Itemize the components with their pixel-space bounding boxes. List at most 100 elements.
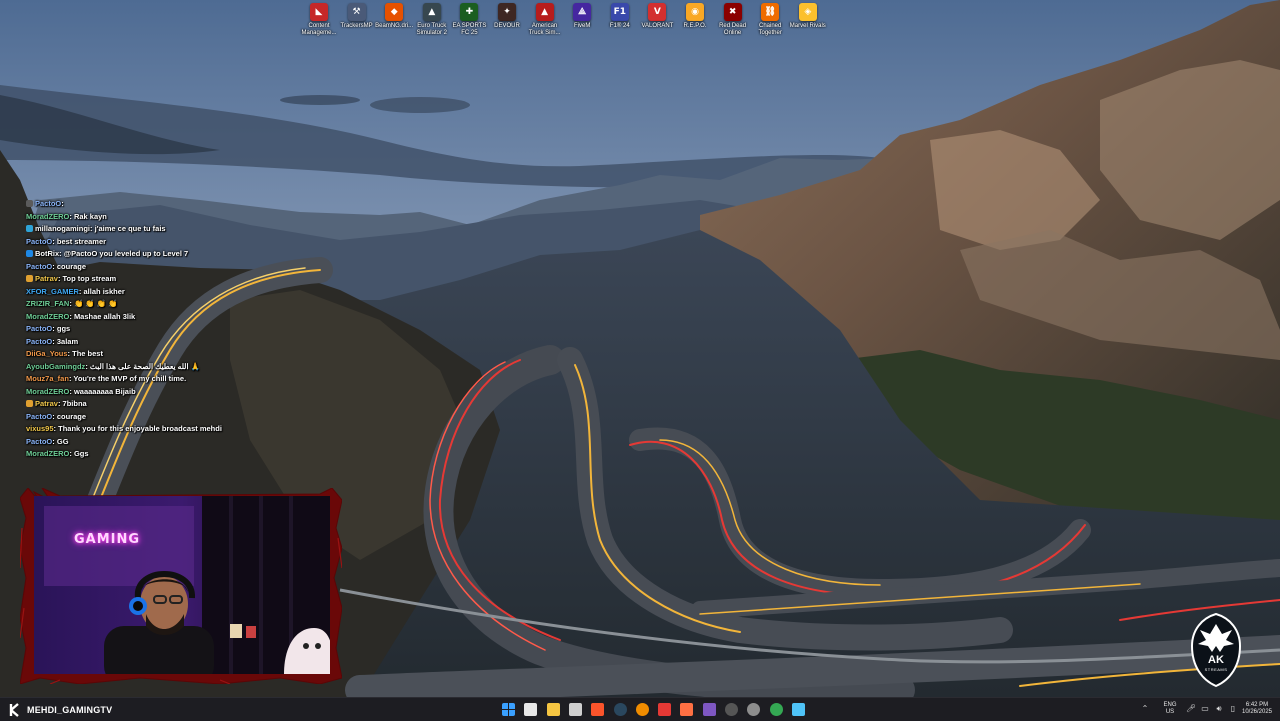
chat-message: vixus95: Thank you for this enjoyable br… bbox=[26, 423, 326, 436]
desktop-shortcut[interactable]: ⟁ FiveM bbox=[564, 3, 600, 30]
desktop-shortcut[interactable]: ◉ R.E.P.O. bbox=[677, 3, 713, 30]
brave-browser-icon[interactable] bbox=[591, 703, 605, 716]
chat-text: 7bibna bbox=[62, 399, 87, 408]
chat-badge-icon bbox=[26, 275, 33, 282]
chat-username: Patrav bbox=[35, 274, 58, 283]
app-red-icon[interactable] bbox=[658, 703, 672, 716]
notepad-icon[interactable] bbox=[791, 703, 805, 716]
task-view-icon[interactable] bbox=[568, 703, 582, 716]
chat-badge-icon bbox=[26, 250, 33, 257]
desktop-shortcut-label: TrackersMP bbox=[340, 23, 373, 29]
webcam-view: GAMING bbox=[34, 496, 330, 674]
desktop-shortcut[interactable]: V VALORANT bbox=[639, 3, 675, 30]
windows-start-icon[interactable] bbox=[502, 703, 515, 716]
ea-fc-icon: ✚ bbox=[460, 3, 479, 21]
steam-icon[interactable] bbox=[613, 703, 627, 716]
chat-username: MoradZERO bbox=[26, 386, 70, 396]
chat-username: Mouz7a_fan bbox=[26, 374, 69, 383]
calendar-icon[interactable] bbox=[524, 703, 538, 716]
neon-gaming-sign: GAMING bbox=[74, 532, 141, 547]
system-tray: ⌃ ENG US 🎤︎ ▭ 🔊︎ ▯ 6:42 PM 10/26/2025 bbox=[1130, 698, 1280, 721]
desktop-shortcut[interactable]: F1 F1® 24 bbox=[602, 3, 638, 30]
chat-username: PactoO bbox=[26, 236, 53, 246]
channel-name: MEHDI_GAMINGTV bbox=[27, 704, 113, 715]
clock-time: 6:42 PM bbox=[1245, 702, 1269, 708]
chevron-up-icon[interactable]: ⌃ bbox=[1140, 704, 1150, 714]
network-icon[interactable]: ▭ bbox=[1200, 704, 1210, 714]
chat-message: PactoO: ggs bbox=[26, 323, 326, 336]
chat-badge-icon bbox=[26, 225, 33, 232]
chat-text: @PactoO you leveled up to Level 7 bbox=[63, 249, 189, 258]
chat-text: Ggs bbox=[73, 449, 89, 458]
obs-icon[interactable] bbox=[725, 703, 738, 716]
chat-message: MoradZERO: waaaaaaaa Bijaib bbox=[26, 386, 326, 399]
marvel-rivals-icon: ◈ bbox=[798, 3, 817, 21]
desktop-shortcut[interactable]: ◈ Marvel Rivals bbox=[790, 3, 826, 30]
app-purple-icon[interactable] bbox=[702, 703, 716, 716]
chat-message: PactoO: bbox=[26, 198, 326, 211]
clock[interactable]: 6:42 PM 10/26/2025 bbox=[1238, 702, 1276, 716]
chat-text: courage bbox=[56, 261, 87, 271]
chat-message: AyoubGamingdz: الله يعطيك الصحة على هذا … bbox=[26, 361, 326, 374]
desktop-shortcut[interactable]: ◆ BeamNG.dri... bbox=[375, 3, 413, 30]
chat-message: PactoO: courage bbox=[26, 411, 326, 424]
chat-message: millanogamingi: j'aime ce que tu fais bbox=[26, 223, 326, 236]
desktop-shortcut[interactable]: ⚒ TrackersMP bbox=[339, 3, 375, 30]
repo-icon: ◉ bbox=[686, 3, 704, 21]
content-manager-icon: ◣ bbox=[310, 3, 328, 21]
keyboard-region: US bbox=[1165, 709, 1175, 715]
chat-username: MoradZERO bbox=[26, 211, 70, 221]
chat-message: PactoO: GG bbox=[26, 436, 326, 449]
chat-username: millanogamingi bbox=[35, 224, 91, 233]
euro-truck-icon: ▲ bbox=[422, 3, 441, 21]
desktop-shortcut-label: EA SPORTS FC 25 bbox=[452, 23, 487, 36]
microphone-icon[interactable]: 🎤︎ bbox=[1186, 704, 1196, 714]
desktop-shortcut[interactable]: ▲ American Truck Sim... bbox=[527, 3, 563, 37]
desktop-shortcut-label: Content Manageme... bbox=[301, 23, 337, 36]
app-circle-icon[interactable] bbox=[747, 703, 761, 716]
chat-text: Thank you for this enjoyable broadcast m… bbox=[58, 424, 222, 433]
chat-text: ggs bbox=[56, 324, 71, 333]
chat-text: 👏 👏 👏 👏 bbox=[73, 299, 118, 308]
chat-message: Mouz7a_fan: You're the MVP of my chill t… bbox=[26, 373, 326, 386]
chat-username: BotRix bbox=[35, 249, 60, 258]
chat-separator: : bbox=[61, 199, 64, 208]
chat-username: PactoO bbox=[26, 436, 53, 446]
desktop-shortcut[interactable]: ⛓ Chained Together bbox=[752, 3, 788, 37]
chat-text: allah iskher bbox=[83, 286, 125, 296]
chat-username: XFOR_GAMER bbox=[26, 286, 79, 296]
chat-badge-icon bbox=[26, 200, 33, 207]
chat-message: ZRIZIR_FAN: 👏 👏 👏 👏 bbox=[26, 298, 326, 311]
chat-message: MoradZERO: Ggs bbox=[26, 448, 326, 461]
chat-message: DiiGa_Yous: The best bbox=[26, 348, 326, 361]
volume-icon[interactable]: 🔊︎ bbox=[1214, 704, 1224, 714]
desktop-shortcut[interactable]: ◣ Content Manageme... bbox=[301, 3, 337, 37]
chat-message: XFOR_GAMER: allah iskher bbox=[26, 286, 326, 299]
file-explorer-icon[interactable] bbox=[546, 703, 560, 716]
chained-together-icon: ⛓ bbox=[761, 3, 780, 21]
language-indicator[interactable]: ENG US bbox=[1160, 702, 1180, 716]
desktop-shortcut[interactable]: ✚ EA SPORTS FC 25 bbox=[451, 3, 487, 37]
desktop-shortcut-label: Red Dead Online bbox=[719, 23, 747, 36]
fivem-icon: ⟁ bbox=[573, 3, 592, 21]
chrome-icon[interactable] bbox=[769, 703, 783, 716]
kick-logo-icon bbox=[9, 702, 19, 717]
desktop-shortcut-label: F1® 24 bbox=[609, 23, 630, 29]
chat-message: PactoO: courage bbox=[26, 261, 326, 274]
desktop-shortcut[interactable]: ✦ DEVOUR bbox=[489, 3, 525, 30]
desktop-shortcut-label: DEVOUR bbox=[494, 23, 520, 29]
desktop-shortcut-label: R.E.P.O. bbox=[683, 23, 707, 29]
app-orange-icon[interactable] bbox=[680, 703, 694, 716]
desktop-shortcut[interactable]: ▲ Euro Truck Simulator 2 bbox=[414, 3, 450, 37]
desktop-shortcut-label: VALORANT bbox=[641, 23, 674, 29]
desktop-shortcut-label: Euro Truck Simulator 2 bbox=[416, 23, 447, 36]
chat-username: PactoO bbox=[26, 261, 53, 271]
language-code: ENG bbox=[1163, 702, 1177, 708]
devour-icon: ✦ bbox=[498, 3, 516, 21]
desktop-shortcut[interactable]: ✖ Red Dead Online bbox=[715, 3, 751, 37]
chat-text: Top top stream bbox=[62, 274, 117, 283]
vlc-icon[interactable] bbox=[635, 703, 649, 716]
chat-text: j'aime ce que tu fais bbox=[94, 224, 166, 233]
battery-icon[interactable]: ▯ bbox=[1228, 704, 1238, 714]
chat-username: Patrav bbox=[35, 399, 58, 408]
